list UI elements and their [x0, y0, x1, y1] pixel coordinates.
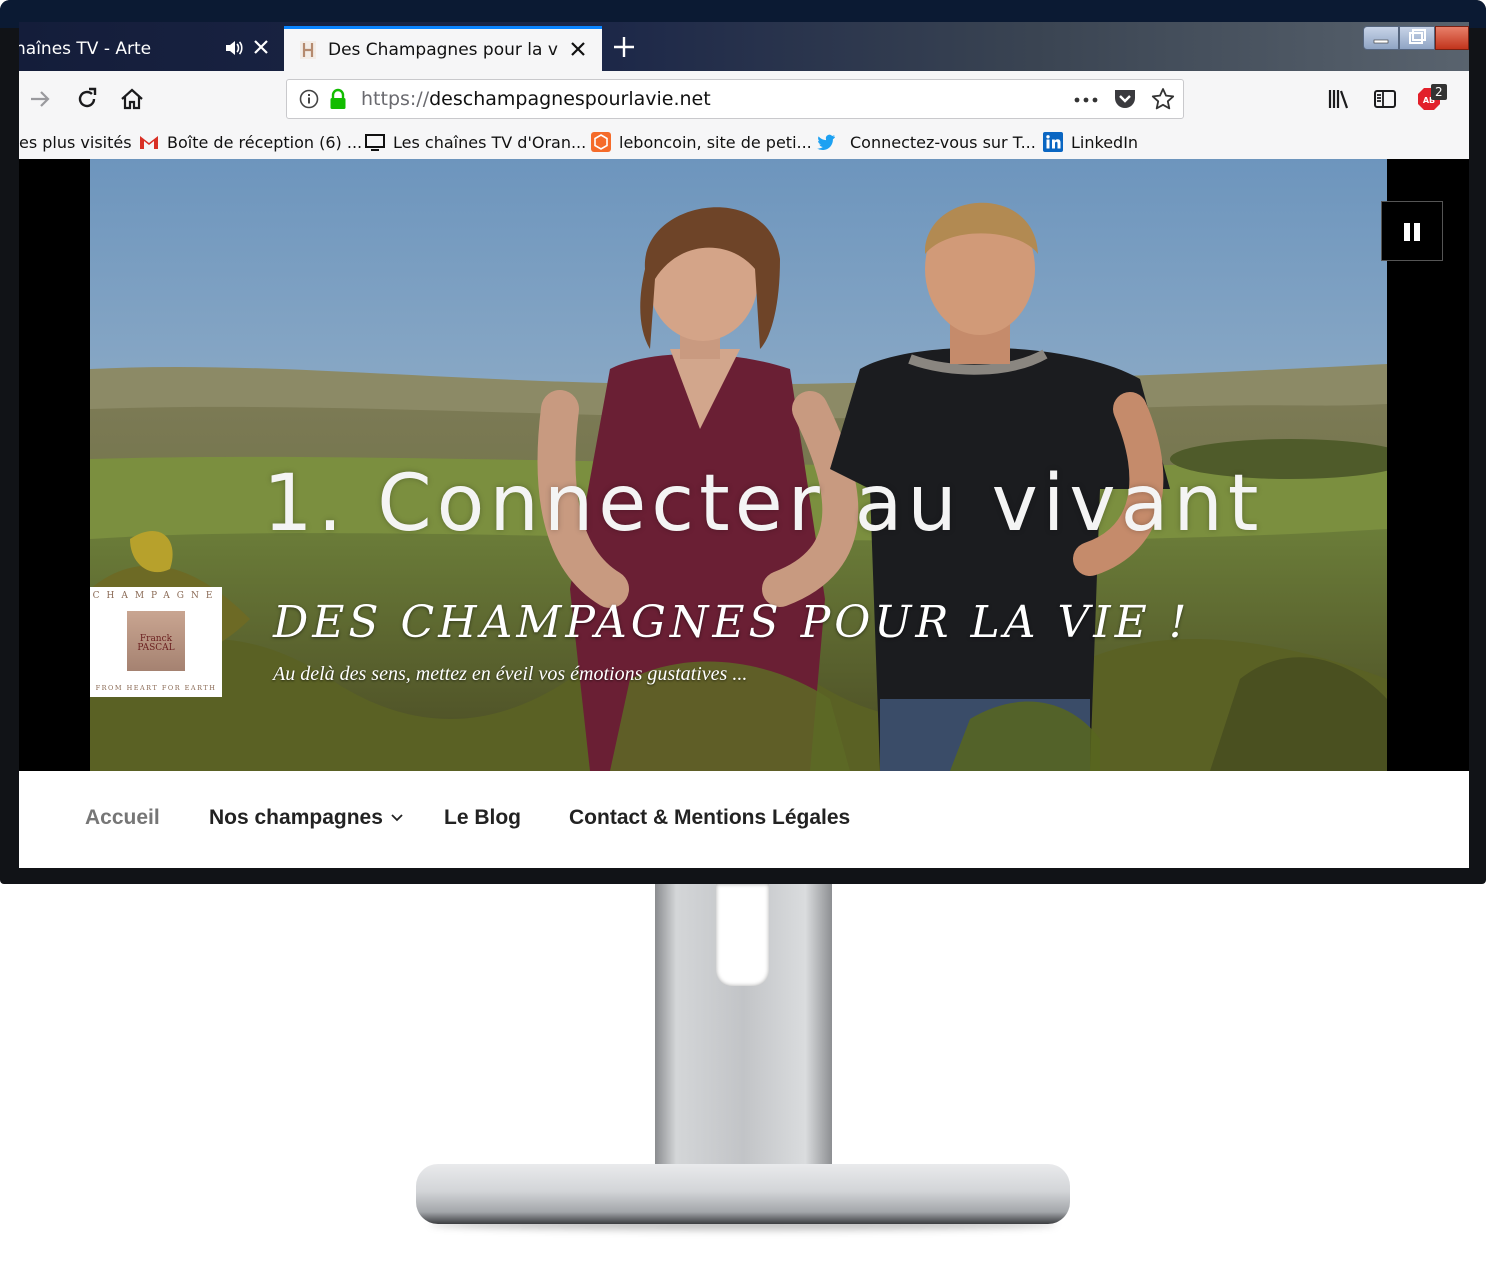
home-icon[interactable]	[119, 86, 145, 112]
bookmarks-toolbar: es plus visités Boîte de réception (6) .…	[19, 126, 1469, 159]
site-tagline: Au delà des sens, mettez en éveil vos ém…	[273, 663, 748, 685]
logo-name: Franck PASCAL	[127, 635, 185, 653]
pocket-icon[interactable]	[1113, 88, 1137, 110]
menu-label: Nos champagnes	[209, 806, 383, 829]
monitor-stand-base	[416, 1164, 1070, 1224]
linkedin-icon	[1043, 132, 1063, 152]
bookmark-label: leboncoin, site de peti...	[619, 133, 812, 152]
tab-arte[interactable]: haînes TV - Arte	[19, 26, 283, 71]
minimize-button[interactable]	[1363, 26, 1399, 50]
close-icon[interactable]	[253, 39, 269, 55]
twitter-icon	[817, 134, 835, 151]
chevron-down-icon	[391, 814, 403, 822]
menu-item-nos-champagnes[interactable]: Nos champagnes	[209, 806, 403, 830]
bookmark-star-icon[interactable]	[1151, 87, 1175, 111]
bookmark-label: Connectez-vous sur T...	[850, 133, 1036, 152]
bookmark-label: es plus visités	[19, 133, 132, 152]
site-logo[interactable]: CHAMPAGNE Franck PASCAL FROM HEART FOR E…	[90, 587, 222, 697]
menu-item-contact[interactable]: Contact & Mentions Légales	[569, 806, 850, 830]
leboncoin-icon	[591, 132, 611, 152]
addon-badge: 2	[1431, 84, 1447, 100]
tv-icon	[365, 134, 385, 151]
tab-title: Des Champagnes pour la vie ! -	[328, 40, 558, 60]
navigation-toolbar: https://deschampagnespourlavie.net AB 2	[19, 71, 1469, 126]
minimize-icon	[1373, 39, 1389, 44]
menu-item-le-blog[interactable]: Le Blog	[444, 806, 521, 830]
stand-cable-hole	[716, 884, 769, 986]
hero-video[interactable]: 1. Connecter au vivant CHAMPAGNE Franck …	[19, 159, 1469, 771]
reload-icon[interactable]	[74, 86, 100, 112]
menu-label: Accueil	[85, 806, 160, 829]
bookmark-label: Boîte de réception (6) ...	[167, 133, 363, 152]
menu-label: Contact & Mentions Légales	[569, 806, 851, 829]
forward-icon[interactable]	[27, 86, 53, 112]
bookmark-label: Les chaînes TV d'Oran...	[393, 133, 587, 152]
new-tab-plus-icon[interactable]	[613, 36, 635, 58]
window-close-button[interactable]	[1435, 26, 1469, 50]
maximize-button[interactable]	[1399, 26, 1435, 50]
secure-lock-icon	[330, 88, 346, 109]
gmail-icon	[140, 136, 158, 149]
pause-button[interactable]	[1381, 201, 1443, 261]
tab-bar: haînes TV - Arte Des Champagnes pour la …	[19, 22, 1469, 71]
menu-item-accueil[interactable]: Accueil	[85, 806, 160, 830]
url-text[interactable]: https://deschampagnespourlavie.net	[361, 88, 711, 110]
sidebar-icon[interactable]	[1372, 86, 1398, 112]
page-actions-more-icon[interactable]	[1073, 90, 1099, 110]
library-icon[interactable]	[1327, 86, 1353, 112]
video-caption: 1. Connecter au vivant	[263, 459, 1264, 549]
pause-icon	[1404, 223, 1420, 241]
site-title[interactable]: DES CHAMPAGNES POUR LA VIE !	[273, 597, 1190, 648]
close-icon[interactable]	[570, 41, 586, 57]
window-controls	[1363, 26, 1469, 52]
address-bar[interactable]: https://deschampagnespourlavie.net	[286, 79, 1184, 119]
h-favicon-icon	[300, 41, 316, 59]
speaker-icon[interactable]	[224, 38, 244, 58]
logo-bottom-text: FROM HEART FOR EARTH	[95, 684, 217, 692]
url-host: deschampagnespourlavie.net	[429, 88, 711, 110]
tab-title: haînes TV - Arte	[19, 39, 152, 59]
logo-top-text: CHAMPAGNE	[92, 591, 220, 601]
restore-icon	[1409, 29, 1426, 44]
menu-label: Le Blog	[444, 806, 521, 829]
site-navigation: Accueil Nos champagnes Le Blog Contact &…	[19, 771, 1469, 868]
logo-name-line2: PASCAL	[137, 643, 175, 653]
bookmark-label: LinkedIn	[1071, 133, 1139, 152]
browser-window: haînes TV - Arte Des Champagnes pour la …	[19, 22, 1469, 868]
tab-champagnes[interactable]: Des Champagnes pour la vie ! -	[284, 26, 602, 71]
info-icon[interactable]	[299, 89, 319, 109]
url-protocol: https://	[361, 88, 430, 110]
